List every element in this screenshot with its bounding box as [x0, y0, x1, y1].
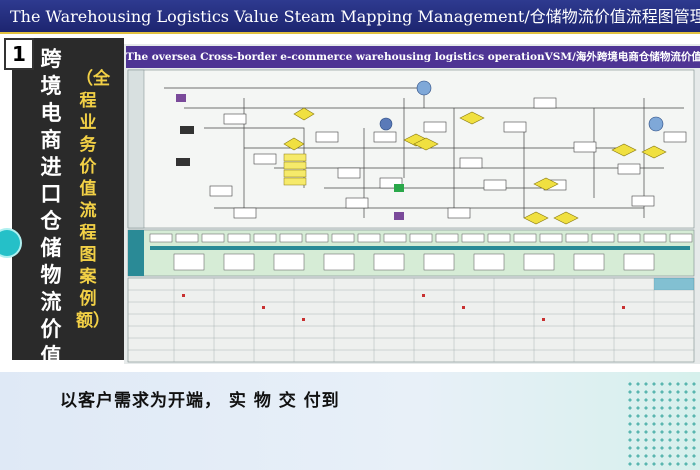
section-subtitle: （全程业务价值流程图案例额） [76, 69, 110, 331]
vsm-diagram [127, 69, 695, 363]
section-number: 1 [4, 38, 34, 70]
flow-area [127, 69, 695, 229]
truck-icon [394, 212, 404, 220]
server-icon [379, 117, 393, 131]
dot-pattern [626, 380, 700, 466]
building-icon [176, 94, 186, 102]
section-title: 跨境电商进口仓储物流价值流程 [40, 47, 62, 422]
globe-icon [416, 80, 432, 96]
data-table-area [127, 277, 695, 363]
slide-title: The oversea Cross-border e-commerce ware… [126, 46, 700, 68]
footer-caption: 以客户需求为开端， 实 物 交 付到 [60, 391, 340, 411]
table-highlight [654, 278, 694, 290]
factory-icon [180, 126, 194, 134]
page-title-bar: The Warehousing Logistics Value Steam Ma… [0, 0, 700, 34]
globe-icon [648, 116, 664, 132]
page-title: The Warehousing Logistics Value Steam Ma… [10, 7, 700, 26]
truck-icon [394, 184, 404, 192]
flow-lane-label [127, 69, 145, 229]
factory-icon [176, 158, 190, 166]
process-lane-label [128, 230, 144, 276]
timeline-bar [150, 246, 690, 250]
